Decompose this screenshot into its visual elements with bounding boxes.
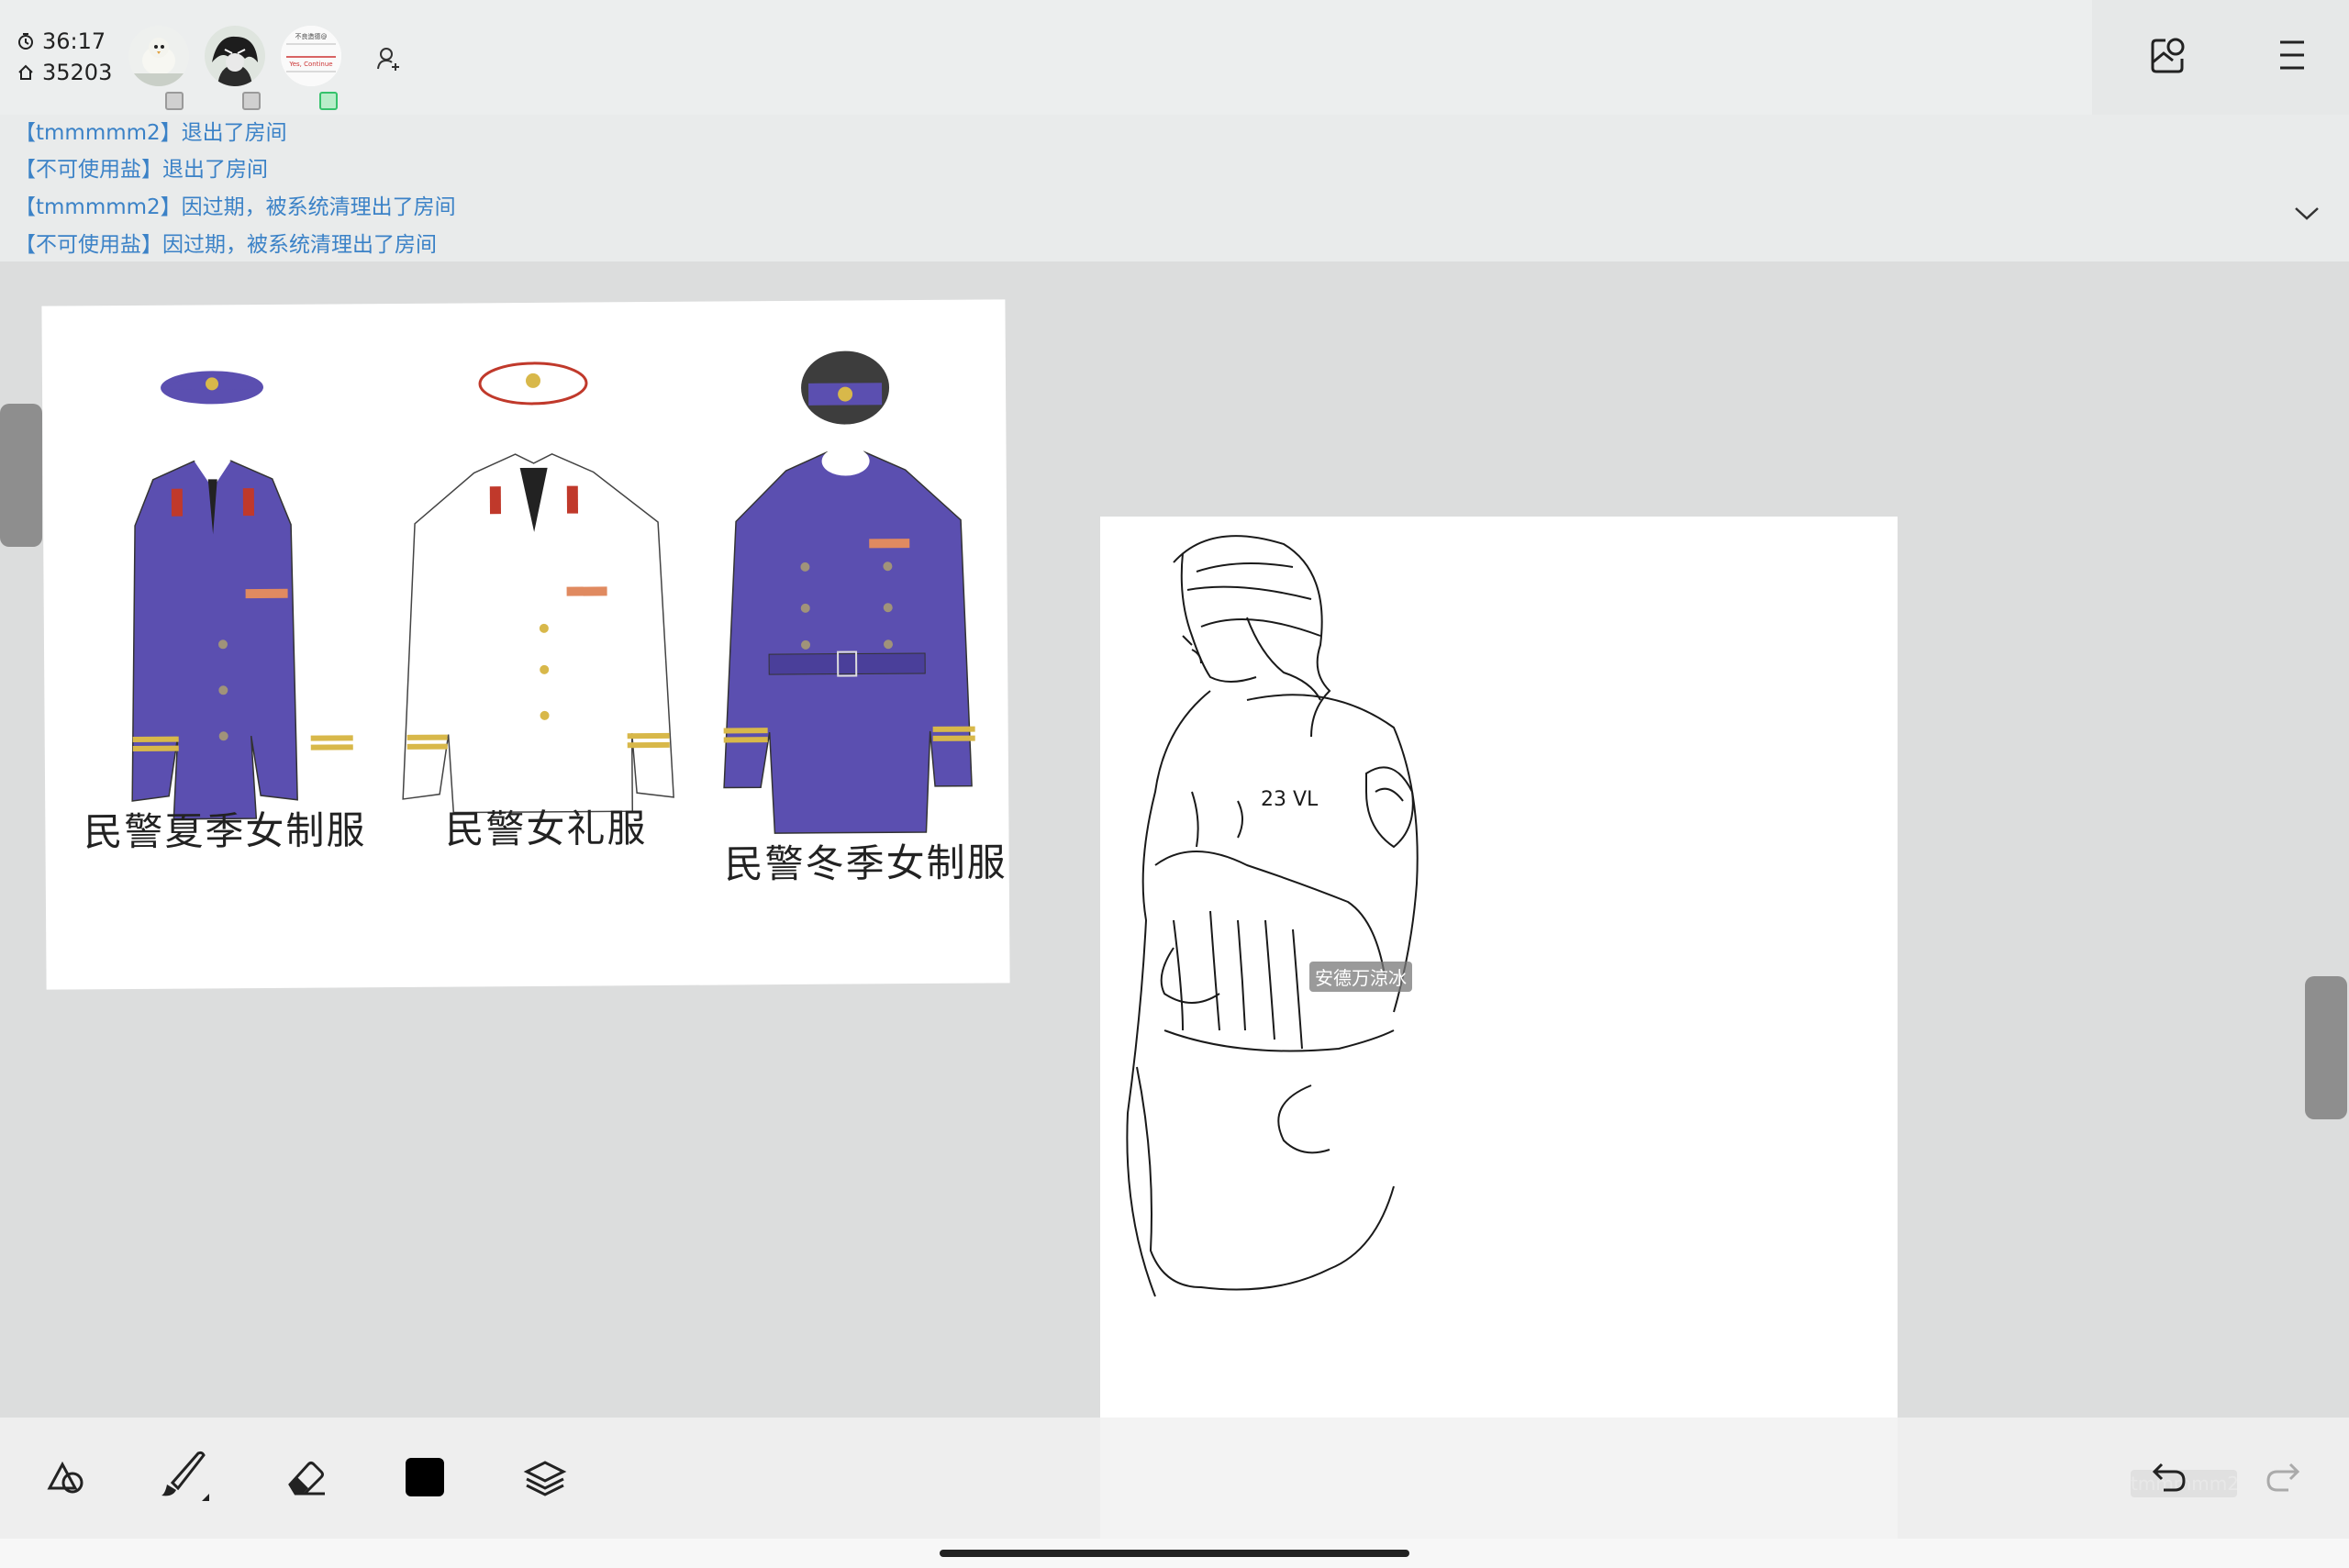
clock-icon (18, 33, 33, 50)
chevron-down-icon (2295, 207, 2319, 220)
toolbar-canvas-strip (1100, 1418, 1898, 1539)
system-message: 【不可使用盐】因过期，被系统清理出了房间 (15, 233, 437, 257)
host-badge (319, 92, 338, 110)
bottom-toolbar (0, 1418, 2349, 1539)
avatar-badge (165, 92, 184, 110)
left-panel-handle[interactable] (0, 404, 42, 547)
layers-icon (523, 1461, 567, 1496)
redo-icon (2266, 1462, 2300, 1492)
home-indicator[interactable] (940, 1550, 1409, 1557)
sticker-icon (2151, 38, 2185, 73)
shape-tool-icon (47, 1461, 83, 1494)
home-icon (18, 64, 33, 80)
layers-button[interactable] (518, 1450, 573, 1505)
eraser-tool-button[interactable] (279, 1450, 334, 1505)
timer-row: 36:17 (17, 26, 112, 57)
avatar-card-text: Yes, Continue (288, 61, 332, 68)
undo-button[interactable] (2142, 1450, 2197, 1505)
brush-tool-button[interactable] (158, 1450, 213, 1505)
avatar-badge (242, 92, 261, 110)
white-bird-avatar[interactable] (128, 26, 189, 86)
avatar-card-top-text: 不良造德@ (295, 32, 328, 40)
room-row: 35203 (17, 57, 112, 88)
winter-uniform (723, 350, 975, 834)
dark-character-avatar[interactable] (205, 26, 265, 86)
shape-tool-button[interactable] (39, 1450, 94, 1505)
summer-uniform (131, 371, 353, 820)
reference-label-dress: 民警女礼服 (445, 806, 648, 852)
reference-label-summer: 民警夏季女制服 (83, 807, 367, 855)
text-card-avatar[interactable]: 不良造德@ Yes, Continue (281, 26, 341, 86)
pencil-sketch: 23 VL (1126, 535, 1419, 1297)
drawing-canvas[interactable]: 23 VL (1100, 517, 1898, 1535)
sticker-button[interactable] (2145, 33, 2189, 77)
top-bar (0, 0, 2349, 115)
menu-button[interactable] (2272, 35, 2312, 75)
system-message: 【tmmmmm2】因过期，被系统清理出了房间 (15, 195, 456, 219)
right-panel-handle[interactable] (2305, 976, 2347, 1119)
brush-icon (161, 1451, 209, 1501)
session-stats: 36:17 35203 (17, 26, 112, 88)
reference-label-winter: 民警冬季女制服 (724, 840, 1008, 887)
undo-icon (2152, 1462, 2186, 1492)
eraser-icon (288, 1462, 325, 1496)
sketch-badge-text: 23 VL (1261, 788, 1319, 811)
system-message-panel: 【tmmmmm2】退出了房间 【不可使用盐】退出了房间 【tmmmmm2】因过期… (0, 115, 2349, 261)
collapse-messages-button[interactable] (2288, 195, 2325, 232)
system-message: 【不可使用盐】退出了房间 (15, 158, 268, 182)
redo-button[interactable] (2255, 1450, 2310, 1505)
timer-value: 36:17 (42, 28, 106, 54)
reference-image[interactable]: 民警夏季女制服 民警女礼服 民警冬季女制服 (41, 299, 1010, 990)
color-swatch-button[interactable] (397, 1450, 452, 1505)
add-user-icon (377, 48, 399, 71)
color-swatch (406, 1458, 444, 1496)
menu-icon (2280, 40, 2304, 70)
remote-cursor-label: 安德万涼冰 (1309, 962, 1412, 992)
room-id: 35203 (42, 60, 113, 85)
add-user-button[interactable] (371, 40, 407, 77)
system-message: 【tmmmmm2】退出了房间 (15, 121, 287, 145)
dress-uniform (402, 361, 674, 814)
